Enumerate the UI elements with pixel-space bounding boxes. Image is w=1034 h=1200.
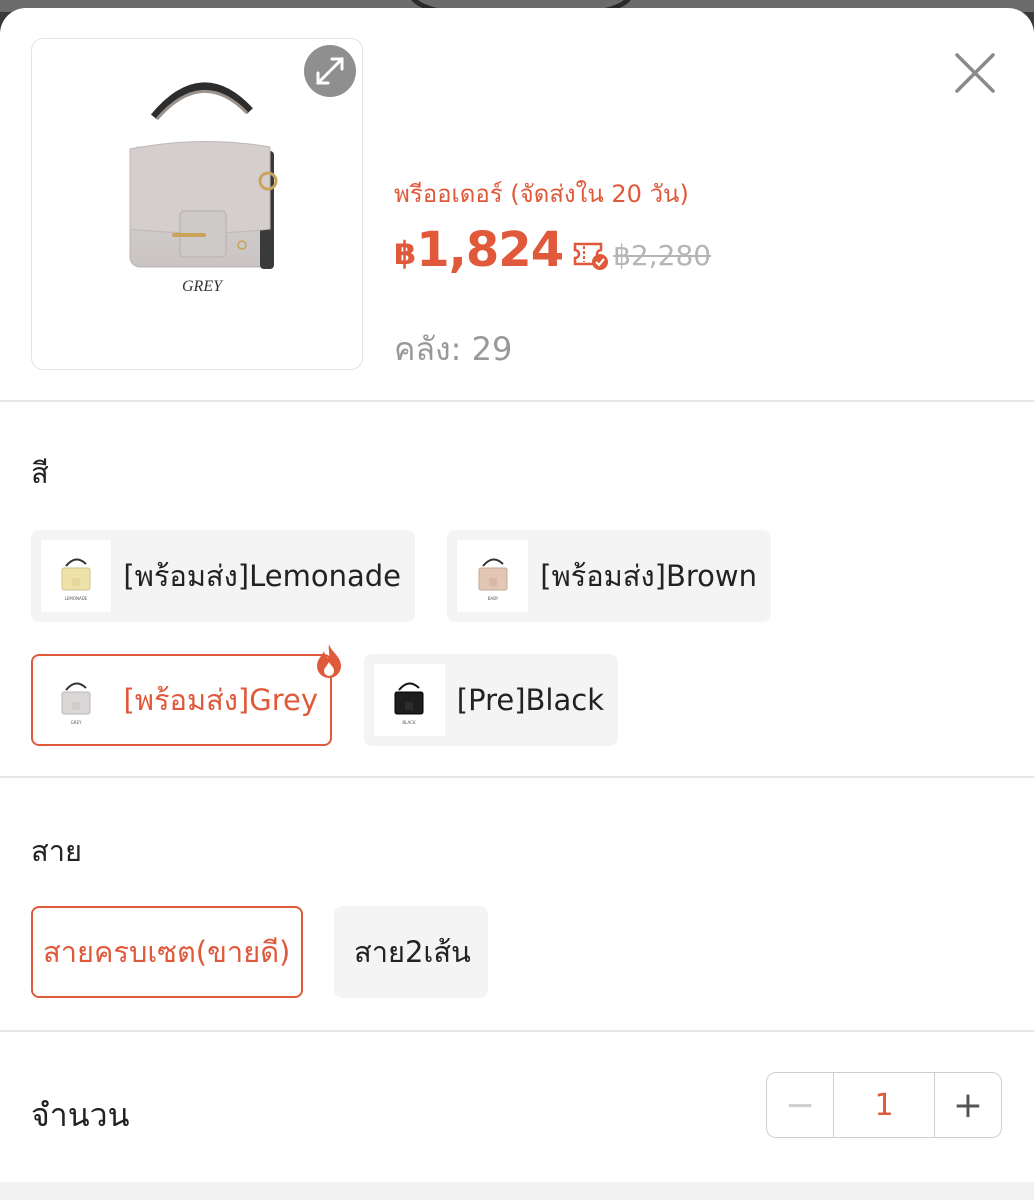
option-label: [พร้อมส่ง]Grey xyxy=(123,683,318,717)
option-thumbnail: LEMONADE xyxy=(41,540,112,612)
strap-option-two-straps[interactable]: สาย2เส้น xyxy=(334,906,488,998)
svg-text:LEMONADE: LEMONADE xyxy=(65,596,88,601)
divider xyxy=(0,776,1034,778)
expand-icon xyxy=(316,57,344,85)
close-button[interactable] xyxy=(950,48,1000,98)
option-label: สาย2เส้น xyxy=(354,935,471,969)
option-label: [พร้อมส่ง]Lemonade xyxy=(123,559,401,593)
stock-count: คลัง: 29 xyxy=(394,330,513,368)
option-label: [Pre]Black xyxy=(456,683,604,717)
quantity-label: จำนวน xyxy=(31,1096,130,1134)
voucher-icon xyxy=(573,242,609,270)
decrease-quantity-button[interactable]: − xyxy=(767,1073,834,1137)
flame-icon xyxy=(317,644,341,678)
option-thumbnail: BABY xyxy=(457,540,529,612)
bag-thumbnail-icon: BABY xyxy=(478,558,508,601)
svg-text:BLACK: BLACK xyxy=(403,720,417,725)
increase-quantity-button[interactable]: + xyxy=(934,1073,1001,1137)
color-section-title: สี xyxy=(31,456,49,490)
bag-thumbnail-icon: LEMONADE xyxy=(61,558,91,601)
divider xyxy=(0,400,1034,402)
bottom-bar xyxy=(0,1182,1034,1200)
divider xyxy=(0,1030,1034,1032)
price-row: ฿ 1,824 ฿2,280 xyxy=(394,222,711,278)
expand-image-button[interactable] xyxy=(304,45,356,97)
color-option-black[interactable]: BLACK [Pre]Black xyxy=(364,654,618,746)
variation-sheet: GREY พรีออเดอร์ (จัดส่งใน 20 วัน) ฿ 1,82… xyxy=(0,8,1034,1200)
bag-thumbnail-icon: GREY xyxy=(61,682,91,725)
option-thumbnail: GREY xyxy=(41,664,112,736)
product-image[interactable]: GREY xyxy=(31,38,363,370)
option-label: สายครบเซต(ขายดี) xyxy=(43,935,291,969)
quantity-stepper: − 1 + xyxy=(766,1072,1002,1138)
bag-thumbnail-icon: BLACK xyxy=(394,682,424,725)
image-caption: GREY xyxy=(182,278,224,295)
color-option-lemonade[interactable]: LEMONADE [พร้อมส่ง]Lemonade xyxy=(31,530,415,622)
currency-symbol: ฿ xyxy=(394,234,417,272)
current-price: 1,824 xyxy=(416,222,564,278)
color-option-brown[interactable]: BABY [พร้อมส่ง]Brown xyxy=(447,530,771,622)
close-icon xyxy=(955,53,995,93)
option-label: [พร้อมส่ง]Brown xyxy=(540,559,757,593)
svg-text:BABY: BABY xyxy=(487,596,498,601)
option-thumbnail: BLACK xyxy=(374,664,445,736)
preorder-notice: พรีออเดอร์ (จัดส่งใน 20 วัน) xyxy=(394,180,689,208)
strap-option-full-set[interactable]: สายครบเซต(ขายดี) xyxy=(31,906,303,998)
svg-text:GREY: GREY xyxy=(71,720,82,725)
color-option-grey[interactable]: GREY [พร้อมส่ง]Grey xyxy=(31,644,341,746)
quantity-input[interactable]: 1 xyxy=(834,1073,934,1137)
original-price: ฿2,280 xyxy=(613,239,712,272)
strap-section-title: สาย xyxy=(31,834,82,868)
